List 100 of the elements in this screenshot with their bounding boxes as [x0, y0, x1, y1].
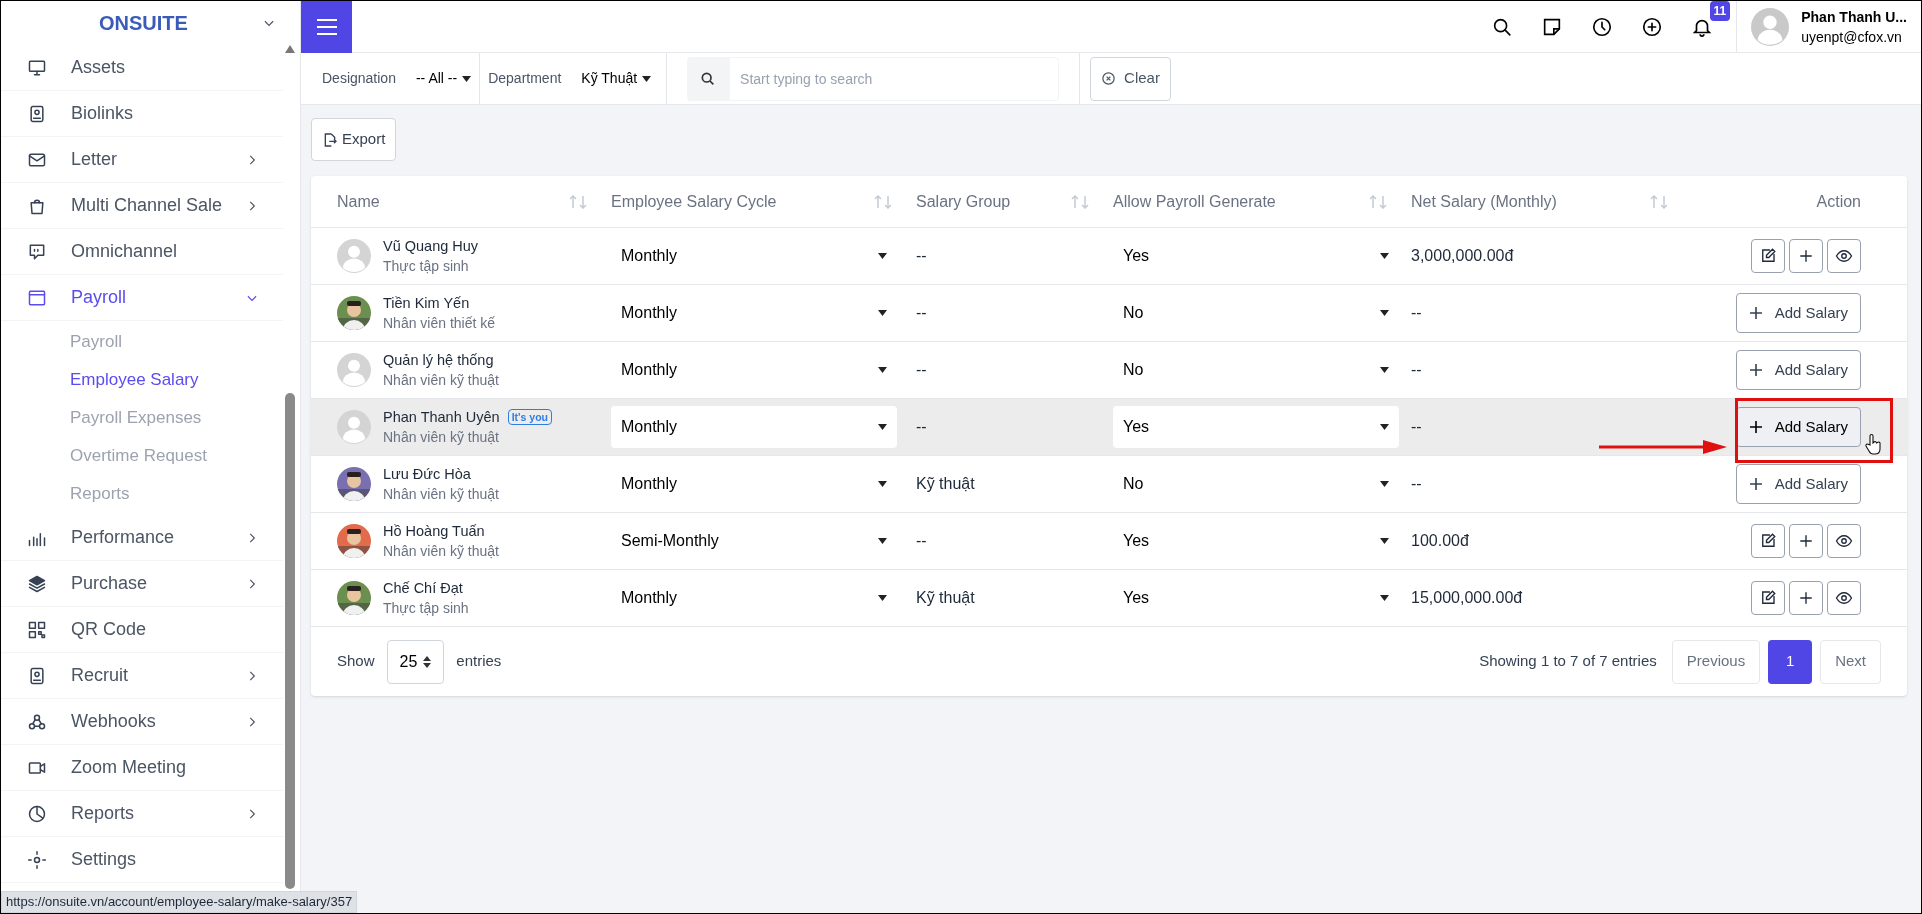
employee-name: Vũ Quang Huy [383, 237, 479, 256]
next-button[interactable]: Next [1820, 639, 1881, 684]
table-row[interactable]: Chế Chí Đạt Thực tập sinh Monthly Kỹ thuật Yes 15,000,000.00đ [311, 570, 1907, 627]
sidebar-item[interactable]: Reports [1, 791, 283, 837]
sidebar-item[interactable]: Settings [1, 837, 283, 883]
caret-icon [1380, 538, 1389, 544]
edit-icon[interactable] [1751, 239, 1785, 273]
hand-cursor-icon [1865, 433, 1883, 455]
sidebar-item[interactable]: Recruit [1, 653, 283, 699]
employee-title: Nhân viên kỹ thuật [383, 542, 499, 561]
allow-payroll-dropdown[interactable]: No [1113, 292, 1399, 334]
designation-dropdown[interactable]: -- All -- [415, 68, 472, 89]
salary-cycle-dropdown[interactable]: Monthly [611, 349, 897, 391]
caret-icon [878, 310, 887, 316]
employee-title: Thực tập sinh [383, 257, 470, 276]
page-size-select[interactable]: 25 [386, 639, 445, 684]
eye-icon[interactable] [1827, 239, 1861, 273]
sidebar-item[interactable]: Performance [1, 515, 283, 561]
sidebar-item[interactable]: Assets [1, 45, 283, 91]
caret-icon [878, 538, 887, 544]
column-header[interactable]: Salary Group [916, 189, 1011, 214]
menu-button[interactable] [301, 0, 352, 53]
user-avatar [1751, 7, 1790, 46]
table-row[interactable]: Vũ Quang Huy Thực tập sinh Monthly -- Yes 3,000,000.00đ [311, 228, 1907, 285]
sidebar-item[interactable]: Webhooks [1, 699, 283, 745]
table-row[interactable]: Phan Thanh Uyên It's you Nhân viên kỹ thuật Monthly -- Yes -- Add Salary [311, 399, 1907, 456]
table-row[interactable]: Lưu Đức Hòa Nhân viên kỹ thuật Monthly Kỹ thuật No -- Add Salary [311, 456, 1907, 513]
user-name: Phan Thanh U... [1801, 7, 1907, 27]
caret-icon [1380, 595, 1389, 601]
salary-cycle-dropdown[interactable]: Semi-Monthly [611, 520, 897, 562]
salary-cycle-dropdown[interactable]: Monthly [611, 292, 897, 334]
employee-title: Nhân viên thiết kế [383, 314, 496, 333]
add-salary-button[interactable]: Add Salary [1735, 293, 1861, 333]
net-salary-cell: 3,000,000.00đ [1411, 247, 1514, 264]
menu-icon [315, 17, 338, 36]
export-button[interactable]: Export [311, 118, 397, 161]
column-header[interactable]: Name [337, 189, 380, 214]
status-url: https://onsuite.vn/account/employee-salary/make-salary/357 [1, 891, 358, 913]
clear-button[interactable]: Clear [1090, 56, 1171, 101]
plus-icon[interactable] [1789, 524, 1823, 558]
employee-name: Phan Thanh Uyên [383, 408, 500, 427]
salary-cycle-dropdown[interactable]: Monthly [611, 463, 897, 505]
add-salary-button[interactable]: Add Salary [1735, 350, 1861, 390]
edit-icon[interactable] [1751, 581, 1785, 615]
eye-icon[interactable] [1827, 581, 1861, 615]
sidebar-item[interactable]: Multi Channel Sale [1, 183, 283, 229]
caret-icon [878, 253, 887, 259]
show-label: Show [337, 651, 375, 672]
salary-cycle-dropdown[interactable]: Monthly [611, 235, 897, 277]
salary-group-cell: -- [916, 532, 927, 549]
caret-icon [878, 424, 887, 430]
eye-icon[interactable] [1827, 524, 1861, 558]
allow-payroll-dropdown[interactable]: No [1113, 349, 1399, 391]
add-salary-button[interactable]: Add Salary [1735, 407, 1861, 447]
sidebar-item[interactable]: QR Code [1, 607, 283, 653]
salary-group-cell: -- [916, 418, 927, 435]
sidebar-item[interactable]: Letter [1, 137, 283, 183]
sidebar-item[interactable]: Zoom Meeting [1, 745, 283, 791]
column-header[interactable]: Net Salary (Monthly) [1411, 189, 1557, 214]
pie-chart-icon [27, 803, 47, 824]
caret-icon [1380, 424, 1389, 430]
allow-payroll-dropdown[interactable]: Yes [1113, 406, 1399, 448]
plus-icon[interactable] [1789, 581, 1823, 615]
scrollbar-thumb[interactable] [285, 393, 295, 889]
allow-payroll-dropdown[interactable]: No [1113, 463, 1399, 505]
search-addon[interactable] [687, 56, 730, 101]
salary-cycle-dropdown[interactable]: Monthly [611, 406, 897, 448]
table-row[interactable]: Hồ Hoàng Tuấn Nhân viên kỹ thuật Semi-Monthly -- Yes 100.00đ [311, 513, 1907, 570]
allow-payroll-dropdown[interactable]: Yes [1113, 520, 1399, 562]
caret-icon [878, 595, 887, 601]
column-header[interactable]: Employee Salary Cycle [611, 189, 777, 214]
allow-payroll-dropdown[interactable]: Yes [1113, 235, 1399, 277]
salary-group-cell: Kỹ thuật [916, 475, 975, 492]
allow-payroll-dropdown[interactable]: Yes [1113, 577, 1399, 619]
department-label: Department [487, 69, 562, 88]
sidebar-item[interactable]: Purchase [1, 561, 283, 607]
search-field[interactable]: Start typing to search [729, 56, 1060, 101]
sidebar-item[interactable]: Payroll [1, 275, 283, 321]
page-button[interactable]: 1 [1768, 639, 1813, 684]
column-header[interactable]: Action [1816, 189, 1861, 214]
submenu-item[interactable]: Employee Salary [1, 361, 283, 399]
scroll-up-icon[interactable] [285, 45, 295, 53]
sidebar-item[interactable]: Omnichannel [1, 229, 283, 275]
column-header[interactable]: Allow Payroll Generate [1113, 189, 1276, 214]
plus-icon [1748, 306, 1763, 320]
employee-title: Thực tập sinh [383, 599, 469, 618]
edit-icon[interactable] [1751, 524, 1785, 558]
sidebar-item[interactable]: Biolinks [1, 91, 283, 137]
add-salary-button[interactable]: Add Salary [1735, 464, 1861, 504]
avatar-icon [337, 353, 371, 387]
salary-cycle-dropdown[interactable]: Monthly [611, 577, 897, 619]
department-dropdown[interactable]: Kỹ Thuật [581, 68, 652, 89]
plus-icon [1748, 363, 1763, 377]
net-salary-cell: -- [1411, 304, 1422, 321]
table-row[interactable]: Tiền Kim Yến Nhân viên thiết kế Monthly -- No -- Add Salary [311, 285, 1907, 342]
employee-title: Nhân viên kỹ thuật [383, 428, 500, 447]
plus-icon[interactable] [1789, 239, 1823, 273]
previous-button[interactable]: Previous [1671, 639, 1761, 684]
brand-logo[interactable]: ONSUITE [99, 8, 188, 38]
avatar-icon [337, 410, 371, 444]
